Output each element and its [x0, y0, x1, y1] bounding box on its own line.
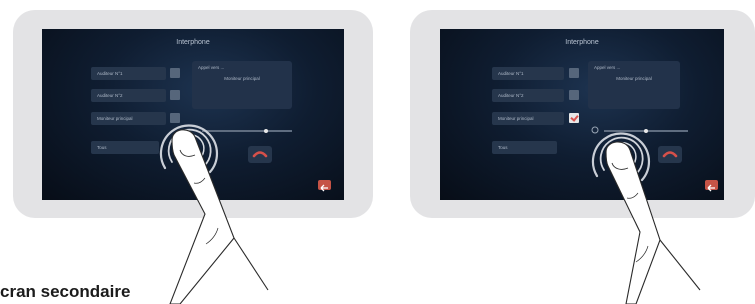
caption-heading: cran secondaire — [0, 282, 131, 301]
pointing-hand-left — [169, 129, 269, 304]
pointing-hand-right — [605, 141, 701, 304]
touch-gesture-overlay — [159, 124, 701, 304]
